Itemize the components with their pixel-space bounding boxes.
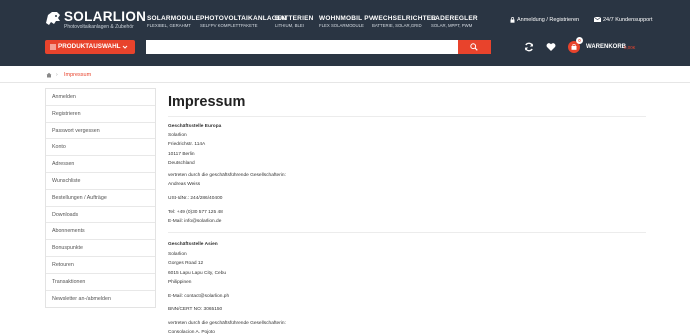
- login-link-label: Anmeldung / Registrieren: [517, 17, 580, 23]
- europe-representative-label: vertreten durch die geschäftsführende Ge…: [168, 173, 286, 178]
- asia-street: Gorges Road 12: [168, 261, 204, 266]
- asia-email: E-Mail: contact@solarlion.ph: [168, 294, 230, 299]
- sidebar-item-abonnements[interactable]: Abonnements: [46, 223, 155, 241]
- europe-street: Friedrichstr. 114A: [168, 142, 206, 147]
- nav-item-subtitle: SELFPV KOMPLETTPAKETE: [200, 23, 258, 28]
- nav-item-batterien[interactable]: BATTERIEN LITHIUM, BLEI: [275, 15, 314, 29]
- nav-item-subtitle: SOLAR, MPPT, PWM: [431, 23, 473, 28]
- title-divider: [168, 116, 646, 117]
- heart-icon[interactable]: [546, 42, 556, 52]
- account-sidebar: Anmelden Registrieren Passwort vergessen…: [45, 88, 156, 309]
- breadcrumb-current[interactable]: Impressum: [64, 71, 91, 79]
- brand-tagline: Photovoltaikanlagen & Zubehör: [64, 24, 134, 30]
- nav-item-title: SOLARMODULE: [147, 15, 201, 22]
- nav-item-wechselrichter[interactable]: WECHSELRICHTER BATTERIE, SOLAR,GRID: [372, 15, 436, 29]
- asia-representative-label: vertreten durch die geschäftsführende Ge…: [168, 321, 286, 326]
- cart-total: 0,00€: [624, 45, 636, 50]
- europe-country: Deutschland: [168, 161, 195, 166]
- brand-name: SOLARLION: [64, 9, 147, 24]
- asia-city: 6015 Lapu Lapu City, Cebu: [168, 271, 227, 276]
- europe-city: 10117 Berlin: [168, 152, 195, 157]
- sidebar-item-adressen[interactable]: Adressen: [46, 156, 155, 173]
- brand-logo[interactable]: SOLARLION Photovoltaikanlagen & Zubehör: [44, 9, 146, 31]
- europe-heading: Geschäftsstelle Europa: [168, 124, 222, 129]
- nav-item-photovoltaikanlagen[interactable]: PHOTOVOLTAIKANLAGEN SELFPV KOMPLETTPAKET…: [200, 15, 287, 29]
- sidebar-item-retouren[interactable]: Retouren: [46, 257, 155, 274]
- nav-item-solarmodule[interactable]: SOLARMODULE FLEXIBEL, GERAHMT: [147, 15, 200, 29]
- nav-item-title: PHOTOVOLTAIKANLAGEN: [200, 15, 287, 22]
- menu-icon: [50, 44, 56, 50]
- support-link-label: 24/7 Kundensupport: [603, 17, 653, 23]
- sidebar-item-bonuspunkte[interactable]: Bonuspunkte: [46, 240, 155, 257]
- chevron-down-icon: [122, 45, 128, 49]
- top-links: Anmeldung / Registrieren 24/7 Kundensupp…: [510, 16, 680, 26]
- sidebar-item-newsletter[interactable]: Newsletter an-/abmelden: [46, 291, 155, 308]
- divider: [0, 82, 690, 83]
- sidebar-item-wunschliste[interactable]: Wunschliste: [46, 173, 155, 190]
- breadcrumb-separator: ›: [56, 72, 58, 78]
- europe-vat-id: USt-IdNr.: 244/286/40400: [168, 196, 223, 201]
- cart-count-badge: 0: [576, 37, 583, 44]
- section-divider: [168, 232, 646, 233]
- support-link[interactable]: 24/7 Kundensupport: [593, 16, 653, 24]
- europe-representative-name: Andreas Weiss: [168, 182, 201, 187]
- nav-item-laderegler[interactable]: LADEREGLER SOLAR, MPPT, PWM: [431, 15, 478, 29]
- search-icon: [470, 43, 478, 51]
- asia-heading: Geschäftsstelle Asien: [168, 242, 218, 247]
- search-button[interactable]: [458, 40, 491, 54]
- login-link[interactable]: Anmeldung / Registrieren: [510, 16, 579, 24]
- asia-country: Philippinen: [168, 280, 192, 285]
- nav-item-wohnmobil-pv[interactable]: WOHNMOBIL PV FLEX SOLARMODULE: [319, 15, 373, 29]
- sidebar-item-downloads[interactable]: Downloads: [46, 207, 155, 224]
- asia-representative-name: Consolacion A. Pojoto: [168, 330, 215, 335]
- product-selection-button[interactable]: PRODUKTAUSWAHL: [45, 40, 135, 54]
- asia-company: Solarlion: [168, 252, 187, 257]
- sidebar-item-registrieren[interactable]: Registrieren: [46, 106, 155, 123]
- nav-item-title: LADEREGLER: [431, 15, 478, 22]
- nav-item-title: BATTERIEN: [275, 15, 314, 22]
- sidebar-item-transaktionen[interactable]: Transaktionen: [46, 274, 155, 291]
- envelope-icon: [593, 16, 602, 23]
- cart-label[interactable]: WARENKORB: [586, 44, 626, 50]
- home-icon[interactable]: [46, 72, 52, 78]
- sidebar-item-bestellungen[interactable]: Bestellungen / Aufträge: [46, 190, 155, 207]
- sidebar-item-anmelden[interactable]: Anmelden: [46, 89, 155, 106]
- search-input[interactable]: [146, 40, 458, 54]
- europe-email: E-Mail: info@solarlion.de: [168, 219, 222, 224]
- europe-company: Solarlion: [168, 133, 187, 138]
- nav-item-title: WOHNMOBIL PV: [319, 15, 374, 22]
- nav-item-subtitle: LITHIUM, BLEI: [275, 23, 304, 28]
- product-selection-label: PRODUKTAUSWAHL: [58, 43, 121, 50]
- page-title: Impressum: [168, 94, 246, 110]
- europe-phone: Tel: +49 (0)30 577 125 48: [168, 210, 223, 215]
- nav-item-subtitle: FLEX SOLARMODULE: [319, 23, 364, 28]
- sidebar-item-passwort-vergessen[interactable]: Passwort vergessen: [46, 123, 155, 140]
- shopping-bag-icon: [571, 44, 577, 50]
- asia-bnn: BNN/CERT NO: 3065150: [168, 307, 223, 312]
- header-bar: SOLARLION Photovoltaikanlagen & Zubehör …: [0, 0, 690, 66]
- sidebar-item-konto[interactable]: Konto: [46, 139, 155, 157]
- nav-item-title: WECHSELRICHTER: [372, 15, 437, 22]
- nav-item-subtitle: BATTERIE, SOLAR,GRID: [372, 23, 422, 28]
- lion-logo-icon: [46, 12, 60, 25]
- nav-item-subtitle: FLEXIBEL, GERAHMT: [147, 23, 191, 28]
- refresh-icon[interactable]: [524, 42, 534, 52]
- lock-icon: [510, 16, 515, 23]
